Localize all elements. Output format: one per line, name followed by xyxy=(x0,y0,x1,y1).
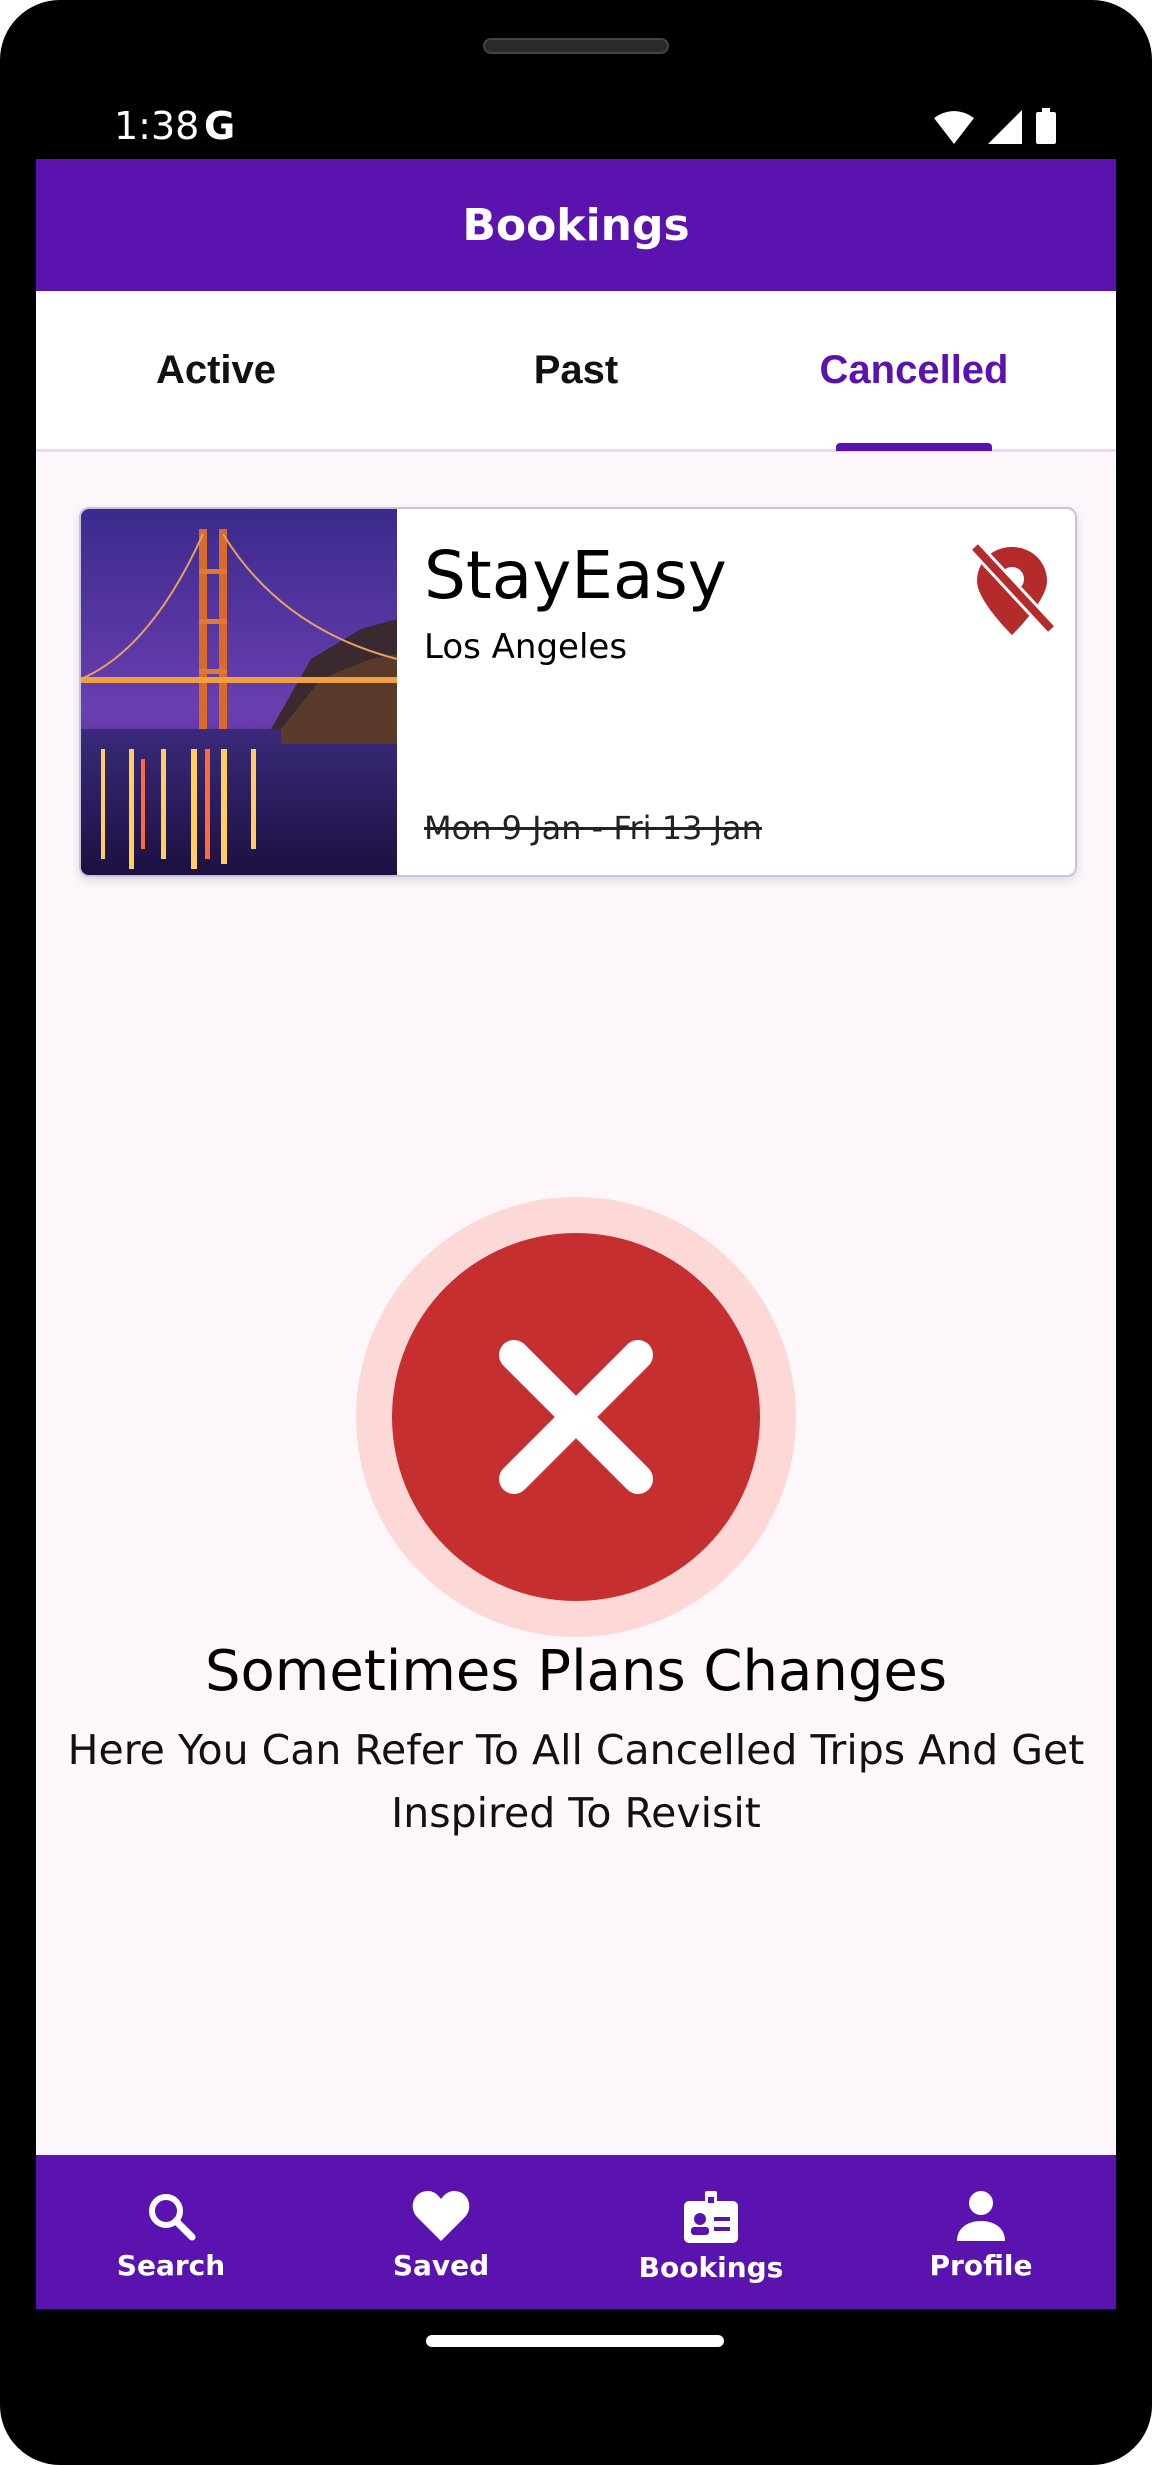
status-icons xyxy=(934,108,1056,144)
nav-profile[interactable]: Profile xyxy=(846,2155,1116,2309)
booking-card[interactable]: StayEasy Los Angeles Mon 9 Jan - Fri 13 … xyxy=(79,507,1077,877)
nav-bookings[interactable]: Bookings xyxy=(576,2155,846,2309)
phone-frame: 1:38 G Bookings Active Past Cancelled St… xyxy=(0,0,1152,2465)
page-title: Bookings xyxy=(462,199,690,251)
wifi-icon xyxy=(934,111,974,144)
cancel-x-icon xyxy=(392,1233,760,1601)
hotel-city: Los Angeles xyxy=(424,627,628,667)
app-screen: Bookings Active Past Cancelled StayEasy … xyxy=(36,159,1116,2309)
google-g-icon: G xyxy=(204,104,236,148)
person-icon xyxy=(957,2191,1005,2241)
nav-search-label: Search xyxy=(116,2249,226,2282)
badge-icon xyxy=(684,2191,738,2243)
empty-state-subtitle: Here You Can Refer To All Cancelled Trip… xyxy=(67,1726,1085,1837)
tab-indicator xyxy=(836,443,992,451)
hotel-name: StayEasy xyxy=(424,537,727,614)
heart-icon xyxy=(412,2191,470,2241)
status-bar: 1:38 G xyxy=(36,100,1116,160)
nav-profile-label: Profile xyxy=(929,2249,1033,2282)
app-bar: Bookings xyxy=(36,159,1116,291)
tab-cancelled[interactable]: Cancelled xyxy=(756,291,1072,449)
nav-search[interactable]: Search xyxy=(36,2155,306,2309)
location-off-icon xyxy=(969,542,1057,635)
hotel-image xyxy=(81,509,397,875)
booking-tabs: Active Past Cancelled xyxy=(36,291,1116,452)
booking-dates: Mon 9 Jan - Fri 13 Jan xyxy=(424,809,762,847)
bottom-navigation: Search Saved Bookings Profile xyxy=(36,2155,1116,2309)
status-time: 1:38 xyxy=(114,104,200,148)
cellular-signal-icon xyxy=(988,110,1022,144)
nav-saved-label: Saved xyxy=(392,2249,490,2282)
nav-bookings-label: Bookings xyxy=(638,2251,784,2284)
search-icon xyxy=(149,2194,196,2241)
home-indicator[interactable] xyxy=(426,2335,724,2347)
tab-past[interactable]: Past xyxy=(396,291,756,449)
tab-active[interactable]: Active xyxy=(36,291,396,449)
empty-state-title: Sometimes Plans Changes xyxy=(205,1639,947,1704)
earpiece-speaker xyxy=(483,38,669,54)
nav-saved[interactable]: Saved xyxy=(306,2155,576,2309)
battery-icon xyxy=(1036,108,1056,144)
